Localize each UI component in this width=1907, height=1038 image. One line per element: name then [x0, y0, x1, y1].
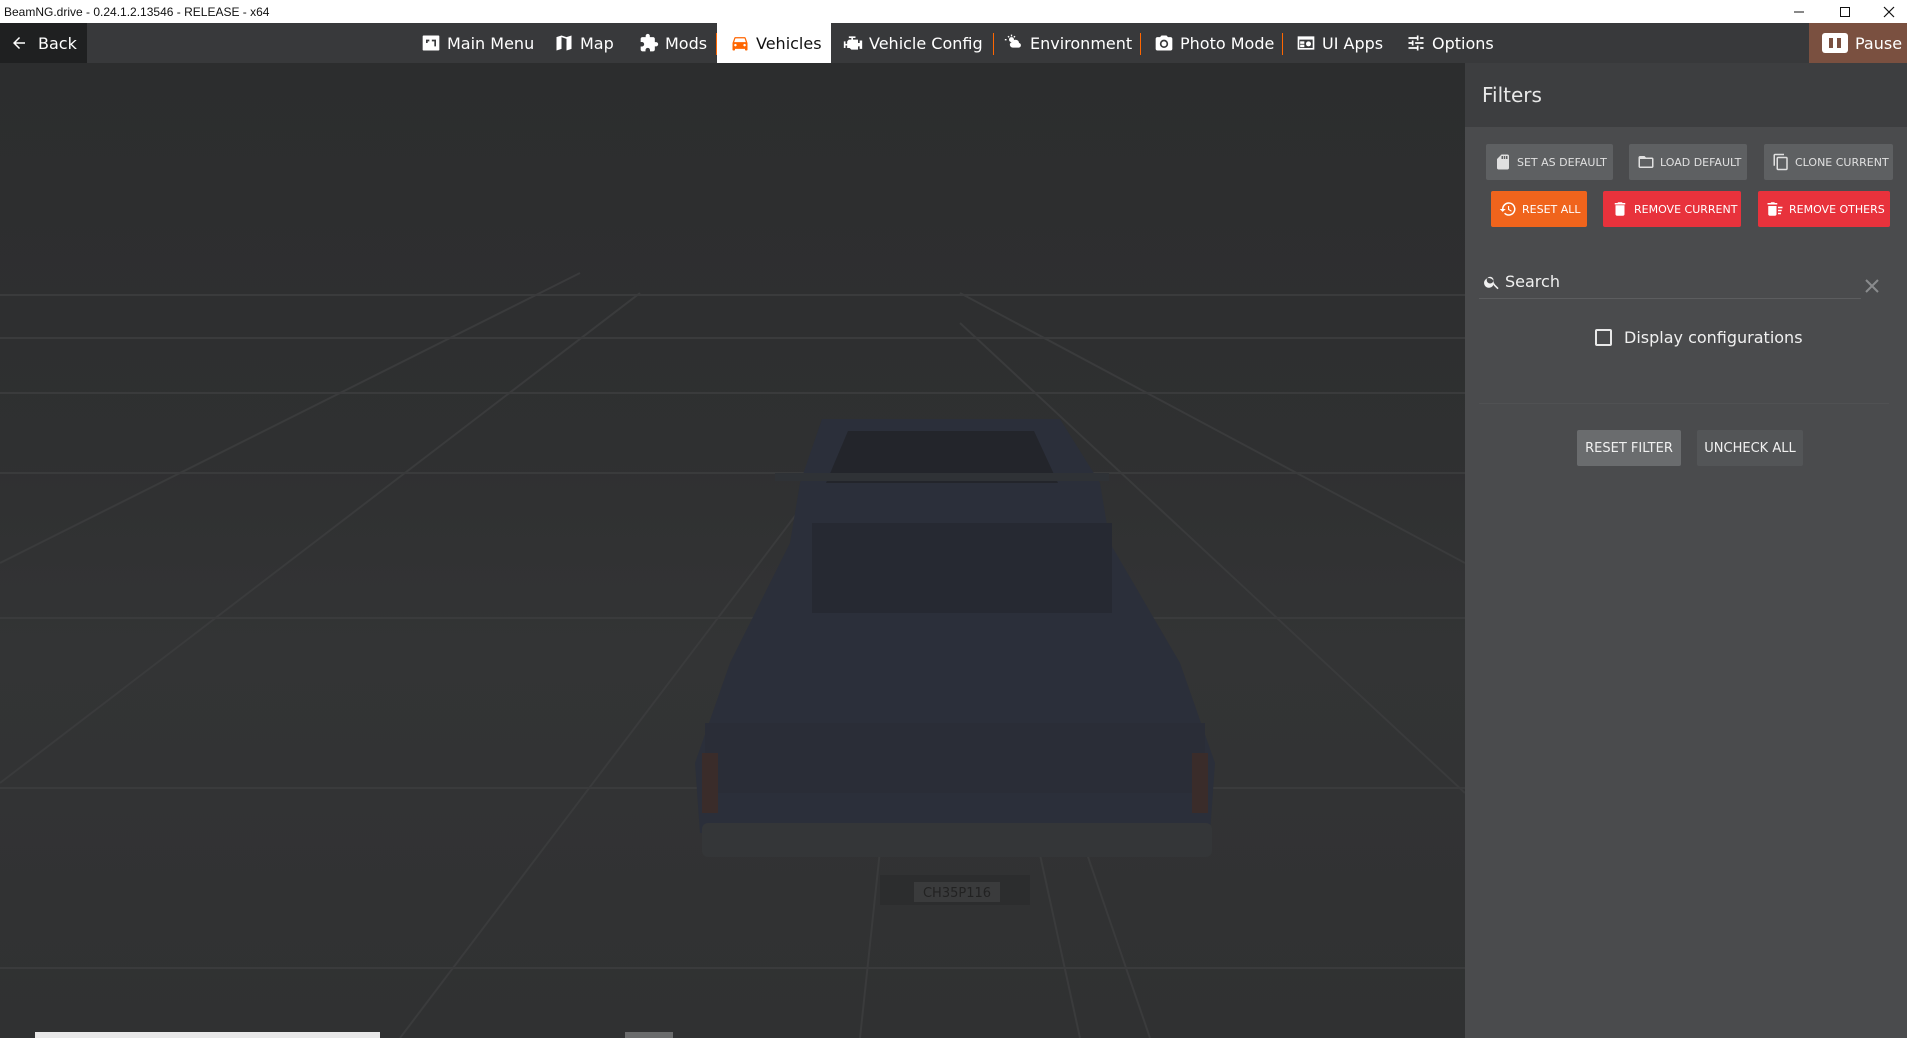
- nav-label: UI Apps: [1322, 33, 1384, 53]
- filters-title: Filters: [1482, 83, 1542, 107]
- clone-current-button[interactable]: Clone current: [1764, 144, 1893, 180]
- car-icon: [732, 37, 748, 51]
- trash-list-icon: [1767, 202, 1783, 216]
- nav-label: Vehicles: [756, 33, 822, 53]
- display-configurations-label: Display configurations: [1624, 328, 1803, 347]
- uncheck-all-label: Uncheck all: [1704, 440, 1796, 456]
- engine-icon: [843, 36, 863, 50]
- window-title: BeamNG.drive - 0.24.1.2.13546 - RELEASE …: [4, 4, 270, 19]
- pause-label: Pause: [1855, 33, 1903, 53]
- license-plate-text: СН35Р116: [923, 886, 991, 901]
- display-configurations-row[interactable]: Display configurations: [1595, 328, 1803, 347]
- back-label: Back: [38, 33, 77, 53]
- copy-icon: [1773, 153, 1788, 171]
- load-default-label: Load default: [1660, 155, 1742, 169]
- reset-all-button[interactable]: Reset all: [1491, 191, 1587, 227]
- search-field: [1479, 265, 1861, 299]
- reset-icon: [1499, 202, 1516, 216]
- nav-vehicles[interactable]: Vehicles: [717, 23, 831, 63]
- nav-label: Options: [1432, 33, 1494, 53]
- nav-vehicle-config[interactable]: Vehicle Config: [843, 23, 983, 63]
- viewport-scroll-marker: [625, 1032, 673, 1038]
- reset-filter-button[interactable]: Reset filter: [1577, 430, 1681, 466]
- sliders-icon: [1408, 35, 1424, 51]
- reset-all-label: Reset all: [1522, 202, 1581, 216]
- search-input[interactable]: [1505, 272, 1835, 291]
- nav-environment[interactable]: Environment: [1004, 23, 1132, 63]
- minimize-button[interactable]: [1776, 0, 1822, 23]
- reset-filter-label: Reset filter: [1585, 440, 1673, 456]
- search-icon: [1484, 276, 1499, 289]
- clone-current-label: Clone current: [1795, 155, 1889, 169]
- nav-label: Mods: [665, 33, 708, 53]
- nav-label: Vehicle Config: [869, 33, 983, 53]
- nav-label: Main Menu: [447, 33, 535, 53]
- display-configurations-checkbox[interactable]: [1595, 329, 1612, 346]
- filters-panel: Filters Set as default Load default Clon…: [1465, 63, 1907, 1038]
- remove-others-label: Remove others: [1789, 202, 1885, 216]
- arrow-left-icon: [13, 37, 25, 49]
- nav-separator: [993, 33, 994, 55]
- ui-apps-icon: [1297, 36, 1315, 50]
- sd-card-icon: [1497, 154, 1509, 170]
- pause-keyboard-icon: [1822, 33, 1848, 53]
- maximize-button[interactable]: [1822, 0, 1868, 23]
- pause-button[interactable]: Pause: [1809, 23, 1907, 63]
- nav-map[interactable]: Map: [554, 23, 614, 63]
- load-default-button[interactable]: Load default: [1629, 144, 1747, 180]
- window-title-bar: BeamNG.drive - 0.24.1.2.13546 - RELEASE …: [0, 0, 1907, 23]
- set-as-default-button[interactable]: Set as default: [1486, 144, 1613, 180]
- scene-illustration: СН35Р116: [0, 272, 1465, 1038]
- maximize-icon: [1840, 6, 1850, 17]
- nav-options[interactable]: Options: [1406, 23, 1494, 63]
- nav-separator: [1140, 33, 1141, 55]
- trash-icon: [1614, 202, 1626, 216]
- filters-divider: [1479, 403, 1889, 404]
- camera-icon: [1155, 35, 1173, 51]
- game-viewport[interactable]: СН35Р116: [0, 63, 1465, 1038]
- nav-label: Photo Mode: [1180, 33, 1275, 53]
- nav-photo-mode[interactable]: Photo Mode: [1154, 23, 1274, 63]
- set-as-default-label: Set as default: [1517, 155, 1607, 169]
- remove-others-button[interactable]: Remove others: [1758, 191, 1890, 227]
- nav-separator: [1282, 33, 1283, 55]
- nav-main-menu[interactable]: Main Menu: [421, 23, 534, 63]
- weather-icon: [1004, 34, 1021, 48]
- nav-mods[interactable]: Mods: [639, 23, 707, 63]
- close-window-button[interactable]: [1866, 0, 1907, 23]
- viewport-scroll-thumb[interactable]: [35, 1032, 380, 1038]
- uncheck-all-button[interactable]: Uncheck all: [1697, 430, 1803, 466]
- main-menu-icon: [422, 35, 440, 51]
- nav-label: Map: [580, 33, 614, 53]
- remove-current-button[interactable]: Remove current: [1603, 191, 1741, 227]
- folder-icon: [1638, 156, 1654, 168]
- clear-search-icon[interactable]: [1863, 277, 1881, 295]
- top-navigation: Back Main Menu Map Mods Vehicles Vehicle…: [0, 23, 1907, 63]
- filters-header: Filters: [1465, 63, 1907, 127]
- minimize-icon: [1794, 11, 1804, 12]
- map-icon: [556, 35, 572, 51]
- back-button[interactable]: Back: [0, 23, 87, 63]
- puzzle-icon: [640, 33, 659, 52]
- nav-ui-apps[interactable]: UI Apps: [1296, 23, 1383, 63]
- nav-label: Environment: [1030, 33, 1133, 53]
- remove-current-label: Remove current: [1634, 202, 1738, 216]
- close-icon: [1883, 6, 1895, 17]
